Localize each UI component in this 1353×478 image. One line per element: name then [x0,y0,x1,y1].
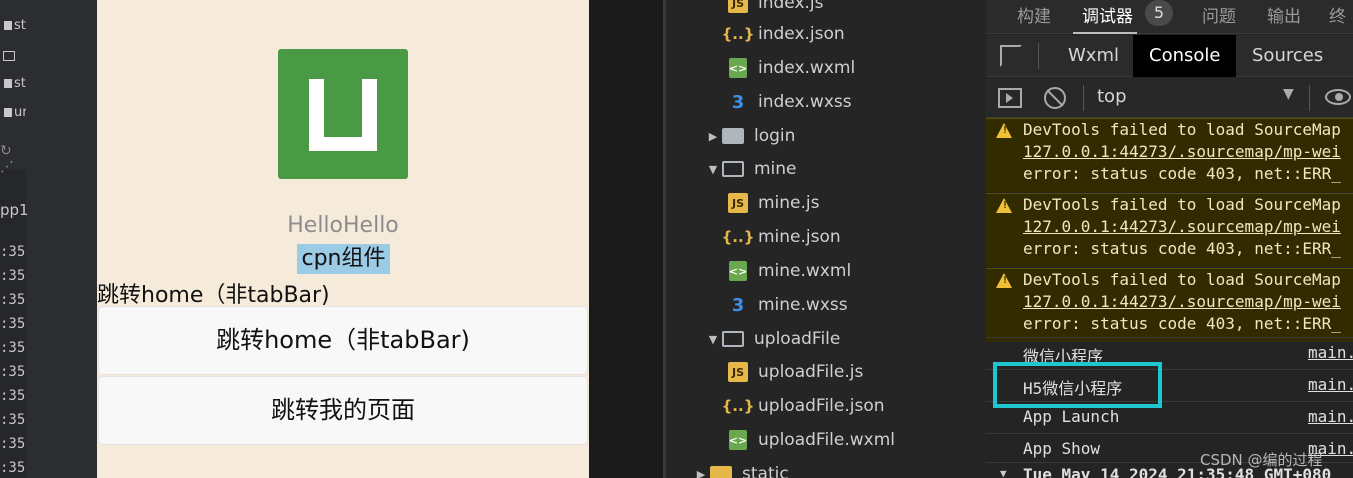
chevron-down-icon: ▼ [708,162,718,176]
file-item[interactable]: <> uploadFile.wxml [726,425,895,455]
context-select[interactable]: top [1097,86,1127,107]
devtools-top-tabs: 构建 调试器 5 问题 输出 终 [986,0,1353,34]
json-file-icon: {..} [721,25,755,43]
file-item[interactable]: {..} index.json [721,19,845,49]
tab-issues[interactable]: 问题 [1202,2,1236,27]
devtools-panel-tabs: Wxml Console Sources [986,35,1353,77]
chevron-right-icon: ▶ [708,129,718,143]
source-link[interactable]: main. [1308,407,1353,426]
folder-item-uploadfile[interactable]: ▼ uploadFile [704,324,841,354]
file-item[interactable]: JS mine.js [726,188,820,218]
wxss-file-icon: 3 [731,91,745,113]
highlight-annotation [993,362,1162,408]
folder-open-icon [722,331,744,347]
warning-icon [996,123,1012,138]
tab-terminal[interactable]: 终 [1329,2,1346,27]
tab-debugger[interactable]: 调试器 [1082,2,1133,27]
simulator-view: HelloHello cpn组件 跳转home（非tabBar) 跳转home（… [97,0,589,478]
tab-sources[interactable]: Sources [1236,35,1339,77]
folder-item-mine[interactable]: ▼ mine [704,154,797,184]
tab-wxml[interactable]: Wxml [1052,35,1135,77]
tree-item[interactable]: st [0,72,26,98]
editor-gutter [26,0,97,478]
cpn-component-text: cpn组件 [297,244,390,274]
folder-icon [4,108,12,117]
console-output: DevTools failed to load SourceMap 127.0.… [986,118,1353,478]
warning-icon [996,198,1012,213]
wxss-file-icon: 3 [731,294,745,316]
issue-count-badge: 5 [1145,0,1173,26]
live-expression-eye-icon[interactable] [1325,89,1351,105]
file-item[interactable]: {..} mine.json [721,222,841,252]
editor-strip: st st ur ↻ ⋰ pp1 :35 :35 :35 :35 :35 :35… [0,0,97,478]
inspect-element-icon[interactable] [1000,45,1022,67]
file-item[interactable]: <> index.wxml [726,53,855,83]
folder-icon [710,466,732,478]
panel-gap [589,0,663,478]
wxml-file-icon: <> [729,261,747,281]
navigator-text[interactable]: 跳转home（非tabBar) [97,277,330,309]
chevron-right-icon: ▶ [696,467,706,478]
goto-mine-button[interactable]: 跳转我的页面 [98,376,588,445]
file-item[interactable]: JS uploadFile.js [726,357,863,387]
console-toolbar: top ▼ [986,78,1353,118]
console-warning[interactable]: DevTools failed to load SourceMap 127.0.… [986,268,1353,342]
app-label: pp1 [0,201,29,219]
folder-icon [722,128,744,144]
image-icon [3,51,15,61]
folder-open-icon [722,161,744,177]
tab-output[interactable]: 输出 [1267,2,1301,27]
goto-home-button[interactable]: 跳转home（非tabBar) [98,306,588,375]
folder-item-static[interactable]: ▶ static [692,459,789,478]
console-warning[interactable]: DevTools failed to load SourceMap 127.0.… [986,193,1353,267]
wxml-file-icon: <> [729,430,747,450]
refresh-icon[interactable]: ↻ ⋰ [0,143,26,175]
csdn-watermark: CSDN @编的过程 [1200,451,1323,469]
tab-build[interactable]: 构建 [1017,2,1051,27]
wxml-file-icon: <> [729,58,747,78]
sourcemap-link[interactable]: 127.0.0.1:44273/.sourcemap/mp-wei [1023,217,1341,236]
tree-item[interactable]: st [0,14,26,40]
folder-icon [4,79,12,88]
folder-icon [4,21,12,30]
file-item[interactable]: {..} uploadFile.json [721,391,885,421]
json-file-icon: {..} [721,397,755,415]
sourcemap-link[interactable]: 127.0.0.1:44273/.sourcemap/mp-wei [1023,292,1341,311]
tree-item[interactable]: ur [0,101,28,127]
hello-text: HelloHello [287,213,399,238]
tree-item[interactable] [0,44,26,70]
warning-icon [996,273,1012,288]
chevron-down-icon: ▼ [1000,467,1007,478]
sourcemap-link[interactable]: 127.0.0.1:44273/.sourcemap/mp-wei [1023,142,1341,161]
folder-item-login[interactable]: ▶ login [704,121,796,151]
tab-console[interactable]: Console [1133,35,1237,77]
file-item[interactable]: <> mine.wxml [726,256,851,286]
file-explorer: JS index.js {..} index.json <> index.wxml 3… [666,0,986,478]
source-link[interactable]: main. [1308,343,1353,362]
source-link[interactable]: main. [1308,375,1353,394]
active-tab-indicator [1073,32,1137,34]
caret-down-icon[interactable]: ▼ [1283,86,1294,102]
js-file-icon: JS [728,362,748,382]
clear-console-icon[interactable] [1044,87,1066,109]
uniapp-logo [278,49,408,179]
js-file-icon: JS [728,193,748,213]
json-file-icon: {..} [721,228,755,246]
file-item[interactable]: 3 mine.wxss [726,290,848,320]
chevron-down-icon: ▼ [708,332,718,346]
show-sidebar-icon[interactable] [998,88,1022,108]
file-item[interactable]: JS index.js [726,0,824,18]
js-file-icon: JS [728,0,748,13]
file-item[interactable]: 3 index.wxss [726,87,852,117]
console-warning[interactable]: DevTools failed to load SourceMap 127.0.… [986,118,1353,192]
